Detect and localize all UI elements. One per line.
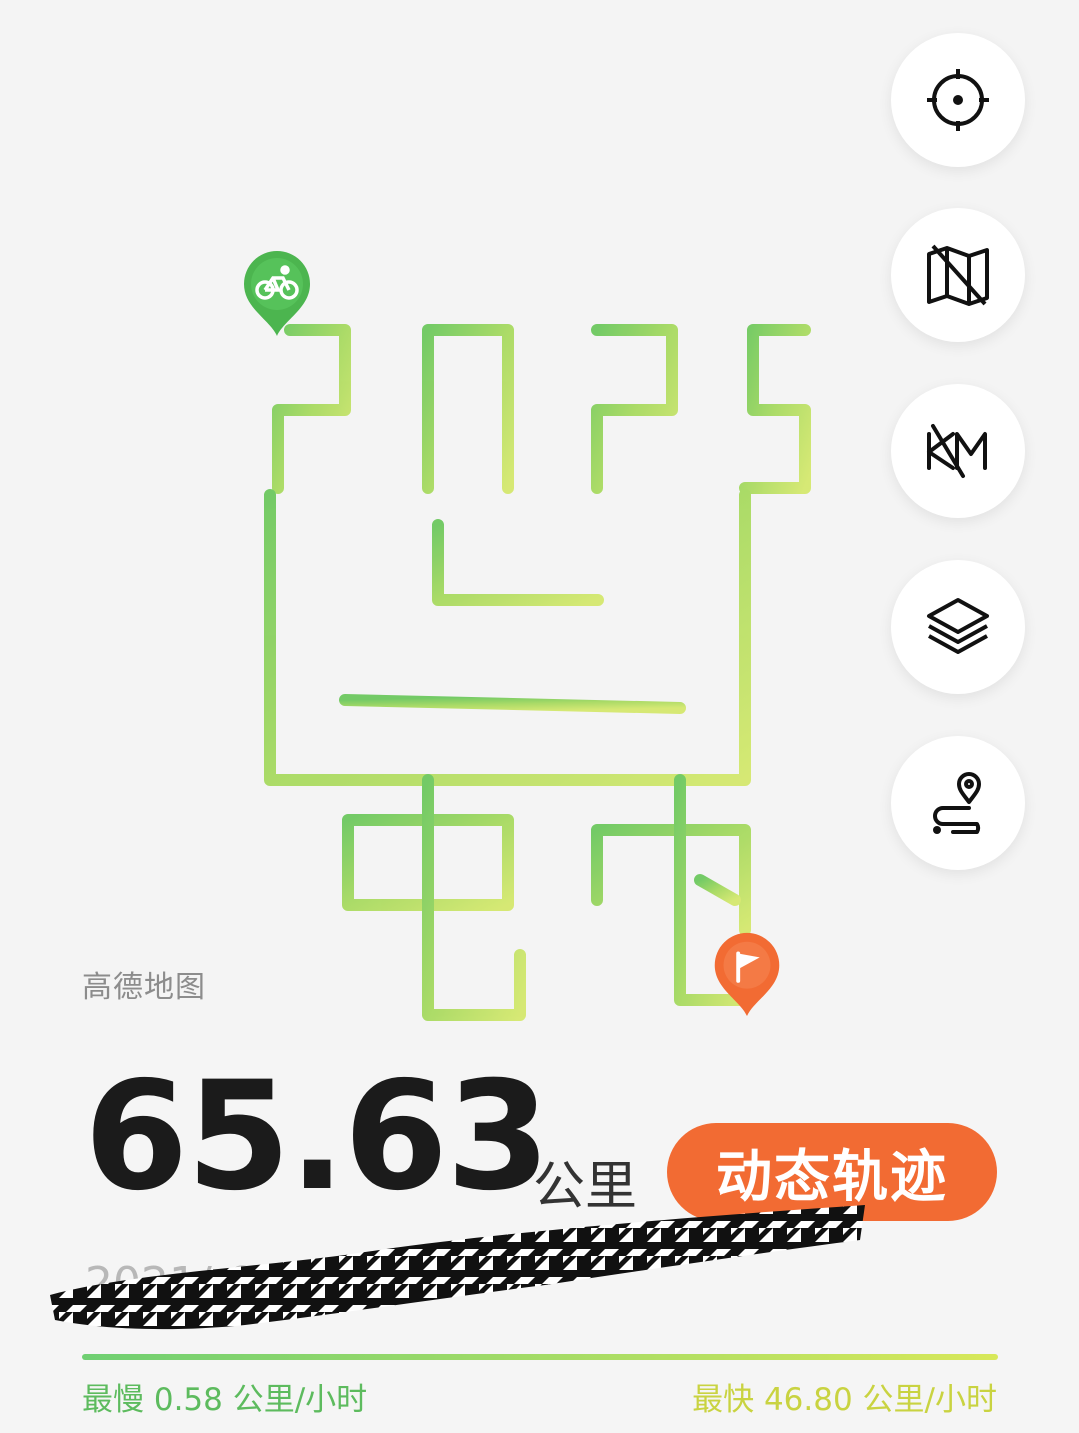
end-flag-pin[interactable] — [710, 930, 784, 1018]
route-map[interactable]: 高德地图 — [0, 0, 1079, 1050]
redaction-mark — [50, 1205, 865, 1330]
route-track-button[interactable] — [891, 736, 1025, 870]
start-bicycle-pin[interactable] — [240, 248, 314, 338]
toggle-map-button[interactable] — [891, 208, 1025, 342]
map-provider-logo: 高德地图 — [82, 970, 206, 1005]
distance-value: 65.63 — [84, 1050, 550, 1224]
speed-gradient-bar — [82, 1354, 998, 1360]
fastest-speed-label: 最快 46.80 公里/小时 — [692, 1382, 997, 1418]
km-off-icon — [927, 424, 987, 478]
route-track — [264, 324, 811, 1021]
activity-detail-screen: 高德地图 65.63 公里 动态轨迹 最慢 0.58 公里/小时 最快 46.8… — [0, 0, 1079, 1433]
route-pin-icon — [933, 772, 981, 834]
map-off-icon — [927, 244, 989, 306]
locate-target-icon — [927, 69, 989, 131]
layers-icon — [927, 598, 989, 654]
layers-button[interactable] — [891, 560, 1025, 694]
toggle-km-button[interactable] — [891, 384, 1025, 518]
locate-button[interactable] — [891, 33, 1025, 167]
slowest-speed-label: 最慢 0.58 公里/小时 — [82, 1382, 368, 1418]
